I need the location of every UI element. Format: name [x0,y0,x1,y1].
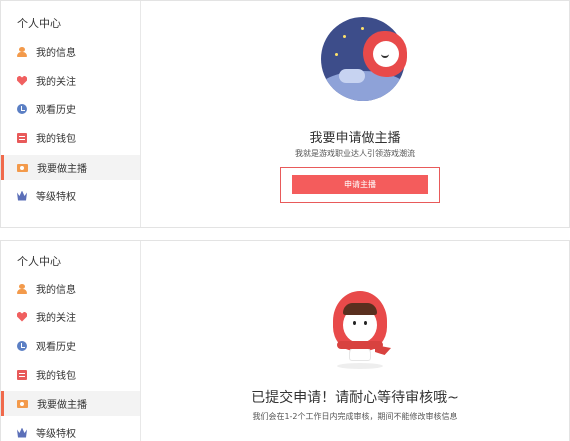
apply-title: 我要申请做主播 [309,131,401,146]
sidebar-title: 个人中心 [17,17,61,30]
pending-panel: 个人中心 我的信息 我的关注 观看历史 我的钱包 我要做主播 等级特权 已提交申… [0,240,570,441]
sidebar-item-label: 观看历史 [36,105,76,116]
pending-subtitle: 我们会在1-2个工作日内完成审核，期间不能修改审核信息 [252,412,458,421]
scarf-tail [375,345,391,355]
character-shadow [337,363,383,369]
sidebar-item-label: 我要做主播 [37,400,87,411]
sidebar-item-label: 等级特权 [36,192,76,203]
user-icon [17,46,27,57]
sidebar-item-privileges[interactable]: 等级特权 [1,420,140,441]
star-icon [343,35,346,38]
sidebar-item-label: 观看历史 [36,342,76,353]
pending-content: 已提交申请！请耐心等待审核哦~ 我们会在1-2个工作日内完成审核，期间不能修改审… [141,241,569,441]
sidebar-item-my-info[interactable]: 我的信息 [1,39,140,64]
apply-streamer-button[interactable]: 申请主播 [292,175,428,194]
sidebar: 个人中心 我的信息 我的关注 观看历史 我的钱包 我要做主播 等级特权 [1,1,141,227]
sidebar-item-following[interactable]: 我的关注 [1,304,140,329]
eye-icon [364,321,367,325]
camera-icon [17,163,28,172]
sidebar-item-wallet[interactable]: 我的钱包 [1,362,140,387]
sidebar-item-following[interactable]: 我的关注 [1,68,140,93]
heart-icon [17,75,27,86]
clock-icon [17,103,27,114]
sidebar-item-label: 我的钱包 [36,134,76,145]
sidebar-item-become-streamer[interactable]: 我要做主播 [1,155,140,180]
sidebar-title: 个人中心 [17,255,61,268]
sidebar-item-label: 我要做主播 [37,164,87,175]
user-icon [17,283,27,294]
sidebar: 个人中心 我的信息 我的关注 观看历史 我的钱包 我要做主播 等级特权 [1,241,141,441]
sidebar-item-label: 我的钱包 [36,371,76,382]
eye-icon [353,321,356,325]
clock-icon [17,340,27,351]
apply-subtitle: 我就是游戏职业达人引领游戏潮流 [295,149,415,158]
sidebar-item-history[interactable]: 观看历史 [1,333,140,358]
sidebar-item-my-info[interactable]: 我的信息 [1,276,140,301]
sidebar-item-label: 我的关注 [36,77,76,88]
crown-icon [17,427,27,438]
wallet-icon [17,369,27,380]
star-icon [335,53,338,56]
heart-icon [17,311,27,322]
sidebar-item-label: 我的关注 [36,313,76,324]
sidebar-item-label: 等级特权 [36,429,76,440]
star-icon [361,27,364,30]
sidebar-item-label: 我的信息 [36,285,76,296]
sleeping-face [373,41,399,67]
character-hair [343,303,377,315]
apply-panel: 个人中心 我的信息 我的关注 观看历史 我的钱包 我要做主播 等级特权 我要申请… [0,0,570,228]
camera-icon [17,399,28,408]
sidebar-item-privileges[interactable]: 等级特权 [1,183,140,208]
sidebar-item-wallet[interactable]: 我的钱包 [1,125,140,150]
crown-icon [17,190,27,201]
cloud-shape [339,69,365,83]
pending-title: 已提交申请！请耐心等待审核哦~ [251,390,459,406]
sidebar-item-history[interactable]: 观看历史 [1,96,140,121]
character-body [349,347,371,361]
sidebar-item-label: 我的信息 [36,48,76,59]
wallet-icon [17,132,27,143]
sidebar-item-become-streamer[interactable]: 我要做主播 [1,391,140,416]
apply-content: 我要申请做主播 我就是游戏职业达人引领游戏潮流 申请主播 [141,1,569,227]
